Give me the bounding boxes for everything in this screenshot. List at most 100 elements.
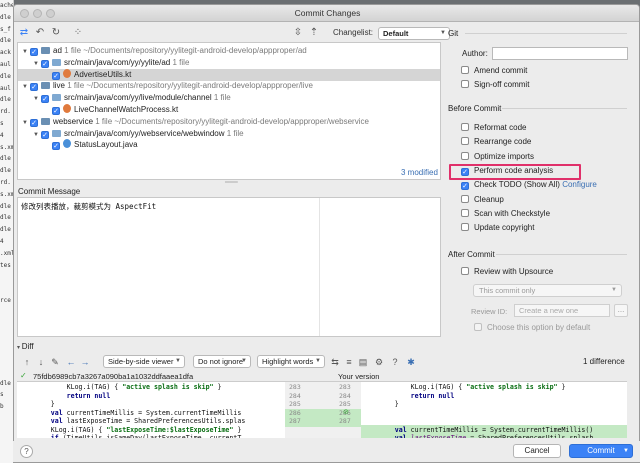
option-checkbox[interactable] xyxy=(461,123,469,131)
tree-folder-row[interactable]: ▼ ✓ live 1 file ~/Documents/repository/yyl… xyxy=(18,80,440,92)
changes-tree[interactable]: ▼ ✓ ad 1 file ~/Documents/repository/yylit… xyxy=(17,42,441,180)
group-by-icon[interactable]: ⁘ xyxy=(71,26,85,40)
tree-file-row[interactable]: ✓ AdvertiseUtils.kt xyxy=(18,68,440,81)
option-checkbox[interactable] xyxy=(461,223,469,232)
tree-file-row[interactable]: ✓ LiveChannelWatchProcess.kt xyxy=(18,104,440,116)
diff-title: Diff xyxy=(21,342,34,351)
highlight-annotation-box xyxy=(449,164,581,180)
compare-next-icon[interactable]: → xyxy=(79,356,91,368)
option-checkbox[interactable] xyxy=(461,208,469,217)
before-commit-option[interactable]: Update copyright xyxy=(461,222,534,234)
code-token: lastExposeTime xyxy=(410,434,467,438)
commit-scope-select[interactable]: This commit only ▼ xyxy=(473,284,622,297)
cancel-button[interactable]: Cancel xyxy=(513,444,561,458)
highlight-toggle-icon[interactable]: ▤ xyxy=(357,356,369,368)
include-checkbox[interactable]: ✓ xyxy=(52,71,60,80)
next-difference-icon[interactable]: ↓ xyxy=(35,356,47,368)
author-input[interactable] xyxy=(492,47,628,60)
annotate-icon[interactable]: ✱ xyxy=(405,356,417,368)
tree-file-row[interactable]: ✓ StatusLayout.java xyxy=(18,139,440,151)
settings-gear-icon[interactable]: ⚙ xyxy=(373,356,385,368)
include-checkbox[interactable]: ✓ xyxy=(30,83,38,92)
close-window-button[interactable] xyxy=(20,9,29,18)
choose-default-option[interactable]: Choose this option by default xyxy=(474,322,590,334)
zoom-window-button[interactable] xyxy=(46,9,55,18)
option-checkbox[interactable] xyxy=(461,137,469,146)
before-commit-option[interactable]: Reformat code xyxy=(461,122,526,134)
tree-folder-row[interactable]: ▼ ✓ src/main/java/com/yy/yylite/ad 1 file xyxy=(18,57,440,69)
changelist-select[interactable]: Default ▼ xyxy=(378,27,450,40)
before-commit-option[interactable]: ✓ Check TODO (Show All) Configure xyxy=(461,179,597,191)
apply-change-icon[interactable]: ⊘ xyxy=(343,408,349,416)
dialog-titlebar: Commit Changes xyxy=(14,5,639,22)
configure-link[interactable]: Configure xyxy=(562,180,597,189)
before-commit-option[interactable]: Scan with Checkstyle xyxy=(461,208,550,220)
browse-review-button[interactable]: ... xyxy=(614,304,628,317)
edit-source-icon[interactable]: ✎ xyxy=(49,356,61,368)
compare-previous-icon[interactable]: ← xyxy=(65,356,77,368)
previous-difference-icon[interactable]: ↑ xyxy=(21,356,33,368)
option-checkbox[interactable]: ✓ xyxy=(461,182,469,191)
diff-section-header[interactable]: ▾ Diff xyxy=(17,342,34,351)
expand-all-icon[interactable]: ⇳ xyxy=(291,26,305,40)
amend-checkbox[interactable] xyxy=(461,66,469,74)
review-upsource-option[interactable]: Review with Upsource xyxy=(461,266,553,278)
diff-toolbar: ↑ ↓ ✎ ← → Side-by-side viewer ▼ Do not ig… xyxy=(17,355,627,371)
diff-viewer[interactable]: KLog.i(TAG) { "active splash is skip" } 2… xyxy=(17,381,627,438)
review-upsource-checkbox[interactable] xyxy=(461,267,469,275)
include-checkbox[interactable]: ✓ xyxy=(30,118,38,127)
signoff-checkbox[interactable] xyxy=(461,80,469,88)
before-commit-option[interactable]: Cleanup xyxy=(461,194,504,206)
include-checkbox[interactable]: ✓ xyxy=(41,130,49,139)
code-token: } xyxy=(213,383,222,391)
include-checkbox[interactable]: ✓ xyxy=(41,95,49,104)
review-id-input[interactable]: Create a new one xyxy=(514,304,610,317)
include-checkbox[interactable]: ✓ xyxy=(52,142,60,151)
code-token: KLog.i(TAG) { xyxy=(19,383,123,391)
tree-row-meta: 1 file ~/Documents/repository/yylitegit-… xyxy=(64,46,307,55)
include-checkbox[interactable]: ✓ xyxy=(30,48,38,56)
amend-commit-option[interactable]: Amend commit xyxy=(461,65,527,77)
tree-folder-row[interactable]: ▼ ✓ src/main/java/com/yy/webservice/webwin… xyxy=(18,128,440,140)
code-token: val xyxy=(50,417,63,425)
tree-folder-row[interactable]: ▼ ✓ webservice 1 file ~/Documents/reposito… xyxy=(18,116,440,128)
refresh-icon[interactable]: ↻ xyxy=(49,26,63,40)
signoff-commit-option[interactable]: Sign-off commit xyxy=(461,79,529,91)
include-checkbox[interactable]: ✓ xyxy=(41,59,49,68)
option-checkbox[interactable] xyxy=(461,151,469,160)
help-icon[interactable]: ? xyxy=(389,356,401,368)
option-label: Cleanup xyxy=(474,194,504,204)
sync-scroll-icon[interactable]: ⇆ xyxy=(329,356,341,368)
choose-default-checkbox[interactable] xyxy=(474,323,482,331)
commit-message-field[interactable]: 修改列表播放，裁剪模式为 AspectFit xyxy=(17,197,441,337)
commit-button[interactable]: Commit ▼ xyxy=(569,444,633,458)
before-commit-option[interactable]: Rearrange code xyxy=(461,136,531,148)
tree-folder-row[interactable]: ▼ ✓ src/main/java/com/yy/live/module/chann… xyxy=(18,92,440,104)
difference-count: 1 difference xyxy=(583,357,625,366)
before-commit-option[interactable]: Optimize imports xyxy=(461,151,534,163)
collapse-unchanged-icon[interactable]: ≡ xyxy=(343,356,355,368)
help-button[interactable]: ? xyxy=(20,445,33,458)
editor-line: s xyxy=(0,119,4,127)
include-checkbox[interactable]: ✓ xyxy=(52,107,60,115)
editor-line: rce xyxy=(0,296,11,304)
background-editor-strip: ache dle s_f dle ack aul dle aul dle rd. s 4 s.xm dle… xyxy=(0,0,14,463)
viewer-select[interactable]: Side-by-side viewer ▼ xyxy=(103,355,185,368)
code-token: } xyxy=(233,425,242,434)
rollback-icon[interactable]: ↶ xyxy=(33,26,47,40)
chevron-down-icon: ▼ xyxy=(315,358,321,364)
editor-line: dle xyxy=(0,96,11,104)
ignore-select[interactable]: Do not ignore ▼ xyxy=(193,355,251,368)
tree-folder-row[interactable]: ▼ ✓ ad 1 file ~/Documents/repository/yylit… xyxy=(18,45,440,57)
diff-arrows-icon[interactable]: ⇄ xyxy=(17,26,31,40)
code-token: "lastExposeTime:$lastExposeTime" xyxy=(106,425,234,434)
minimize-window-button[interactable] xyxy=(33,9,42,18)
highlight-select[interactable]: Highlight words ▼ xyxy=(257,355,325,368)
option-checkbox[interactable] xyxy=(461,194,469,203)
collapse-all-icon[interactable]: ⇡ xyxy=(307,26,321,40)
splitter-handle[interactable]: ═══ xyxy=(225,180,238,186)
